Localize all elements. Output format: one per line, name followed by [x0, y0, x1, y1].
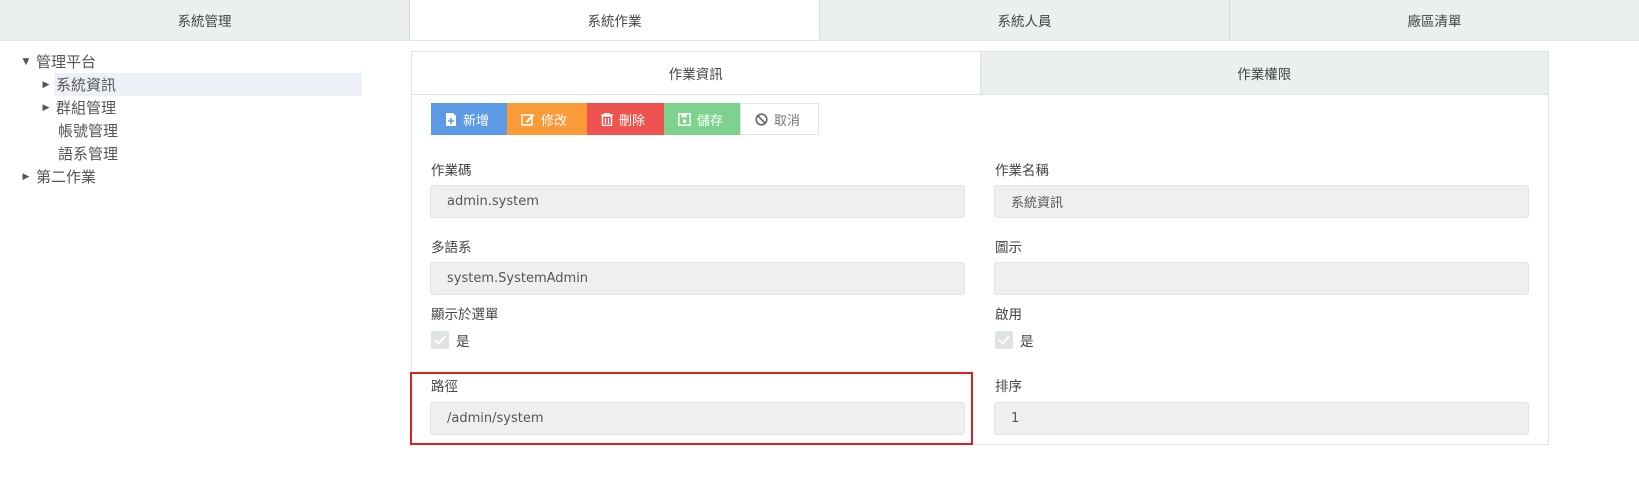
tree-node-management-platform[interactable]: ▼ 管理平台 — [18, 50, 388, 73]
tree-node-label: 帳號管理 — [58, 122, 119, 140]
show-in-menu-checkbox[interactable]: 是 — [431, 330, 470, 350]
check-icon — [995, 331, 1013, 349]
tab-system-management[interactable]: 系統管理 — [0, 0, 410, 40]
tab-system-jobs[interactable]: 系統作業 — [410, 0, 820, 40]
tab-system-personnel[interactable]: 系統人員 — [820, 0, 1230, 40]
tree-node-system-info[interactable]: ▶ 系統資訊 — [43, 73, 362, 96]
tree-node-label: 群組管理 — [56, 99, 117, 117]
top-tab-bar: 系統管理 系統作業 系統人員 廠區清單 — [0, 0, 1639, 41]
edit-icon — [521, 113, 535, 126]
language-field[interactable]: system.SystemAdmin — [430, 262, 965, 295]
tree-node-label: 第二作業 — [36, 168, 97, 186]
show-in-menu-label: 顯示於選單 — [431, 307, 499, 323]
add-button[interactable]: 新增 — [431, 103, 507, 135]
path-label: 路徑 — [431, 379, 458, 395]
icon-field[interactable] — [994, 262, 1529, 295]
add-button-label: 新增 — [463, 113, 490, 129]
delete-button[interactable]: 刪除 — [587, 103, 664, 135]
enabled-label: 啟用 — [995, 307, 1022, 323]
icon-label: 圖示 — [995, 240, 1022, 256]
tree-node-group-management[interactable]: ▶ 群組管理 — [18, 96, 388, 119]
tab-job-permissions[interactable]: 作業權限 — [980, 52, 1548, 94]
check-icon — [431, 331, 449, 349]
save-button-label: 儲存 — [697, 113, 724, 129]
tab-plant-list[interactable]: 廠區清單 — [1230, 0, 1639, 40]
enabled-checkbox[interactable]: 是 — [995, 330, 1034, 350]
trash-icon — [601, 112, 613, 126]
edit-button[interactable]: 修改 — [507, 103, 587, 135]
sort-label: 排序 — [995, 379, 1022, 395]
job-code-label: 作業碼 — [431, 163, 472, 179]
job-name-label: 作業名稱 — [995, 163, 1049, 179]
edit-button-label: 修改 — [541, 113, 568, 129]
save-button[interactable]: 儲存 — [664, 103, 740, 135]
cancel-button-label: 取消 — [774, 113, 801, 129]
job-detail-panel: 作業資訊 作業權限 新增 修改 刪除 儲存 取消 — [411, 51, 1549, 445]
job-name-field[interactable]: 系統資訊 — [994, 185, 1529, 218]
delete-button-label: 刪除 — [619, 113, 646, 129]
caret-right-icon[interactable]: ▶ — [38, 80, 54, 90]
job-code-field[interactable]: admin.system — [430, 185, 965, 218]
tree-node-label: 系統資訊 — [56, 76, 117, 94]
tree-node-label: 語系管理 — [58, 145, 119, 163]
enabled-text: 是 — [1020, 334, 1034, 350]
path-field[interactable]: /admin/system — [430, 402, 965, 435]
tree-node-account-management[interactable]: 帳號管理 — [18, 119, 388, 142]
save-icon — [678, 112, 691, 126]
caret-right-icon[interactable]: ▶ — [38, 103, 54, 113]
show-in-menu-text: 是 — [456, 334, 470, 350]
cancel-button[interactable]: 取消 — [740, 103, 819, 135]
caret-right-icon[interactable]: ▶ — [18, 172, 34, 182]
job-tree: ▼ 管理平台 ▶ 系統資訊 ▶ 群組管理 帳號管理 語系管理 ▶ 第二作業 — [18, 50, 388, 188]
ban-icon — [755, 112, 768, 126]
inner-tab-bar: 作業資訊 作業權限 — [412, 52, 1548, 95]
caret-down-icon[interactable]: ▼ — [18, 57, 34, 67]
action-toolbar: 新增 修改 刪除 儲存 取消 — [431, 103, 819, 135]
tree-node-label: 管理平台 — [36, 53, 97, 71]
tree-node-second-job[interactable]: ▶ 第二作業 — [18, 165, 388, 188]
tab-job-info[interactable]: 作業資訊 — [412, 52, 981, 94]
language-label: 多語系 — [431, 240, 472, 256]
tree-node-language-management[interactable]: 語系管理 — [18, 142, 388, 165]
file-plus-icon — [446, 112, 456, 126]
sort-field[interactable]: 1 — [994, 402, 1529, 435]
